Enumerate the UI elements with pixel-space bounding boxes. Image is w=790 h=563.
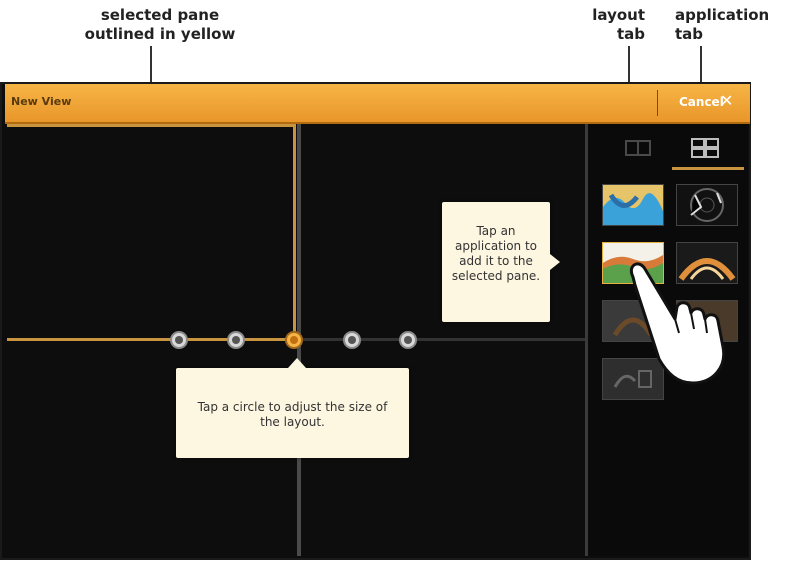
window-title: New View (11, 95, 72, 108)
size-tooltip: Tap a circle to adjust the size of the l… (176, 358, 409, 458)
application-tooltip-text: Tap an application to add it to the sele… (451, 224, 541, 283)
layout-tab-callout: layout tab (592, 6, 645, 43)
size-tooltip-text: Tap a circle to adjust the size of the l… (197, 400, 388, 429)
size-track (7, 338, 297, 341)
size-circle-1[interactable] (170, 331, 188, 349)
title-bar: New View Cancel ✕ (5, 84, 750, 124)
selected-pane-callout: selected pane outlined in yellow (84, 6, 236, 43)
size-circle-5[interactable] (399, 331, 417, 349)
cancel-button[interactable]: Cancel (679, 95, 724, 109)
close-icon[interactable]: ✕ (720, 91, 733, 110)
selected-pane[interactable] (7, 124, 296, 338)
pointing-hand-icon (615, 255, 750, 389)
radar-app-thumb[interactable] (676, 184, 738, 226)
application-tab-underline (672, 167, 744, 170)
size-circle-2[interactable] (227, 331, 245, 349)
application-tab-callout: application tab (675, 6, 770, 43)
title-separator (657, 90, 658, 116)
application-tooltip: Tap an application to add it to the sele… (442, 202, 560, 322)
size-circle-4[interactable] (343, 331, 361, 349)
four-grid-icon[interactable] (689, 136, 721, 164)
size-circle-3-selected[interactable] (285, 331, 303, 349)
chart-app-thumb[interactable] (602, 184, 664, 226)
layout-icon[interactable] (623, 138, 653, 162)
